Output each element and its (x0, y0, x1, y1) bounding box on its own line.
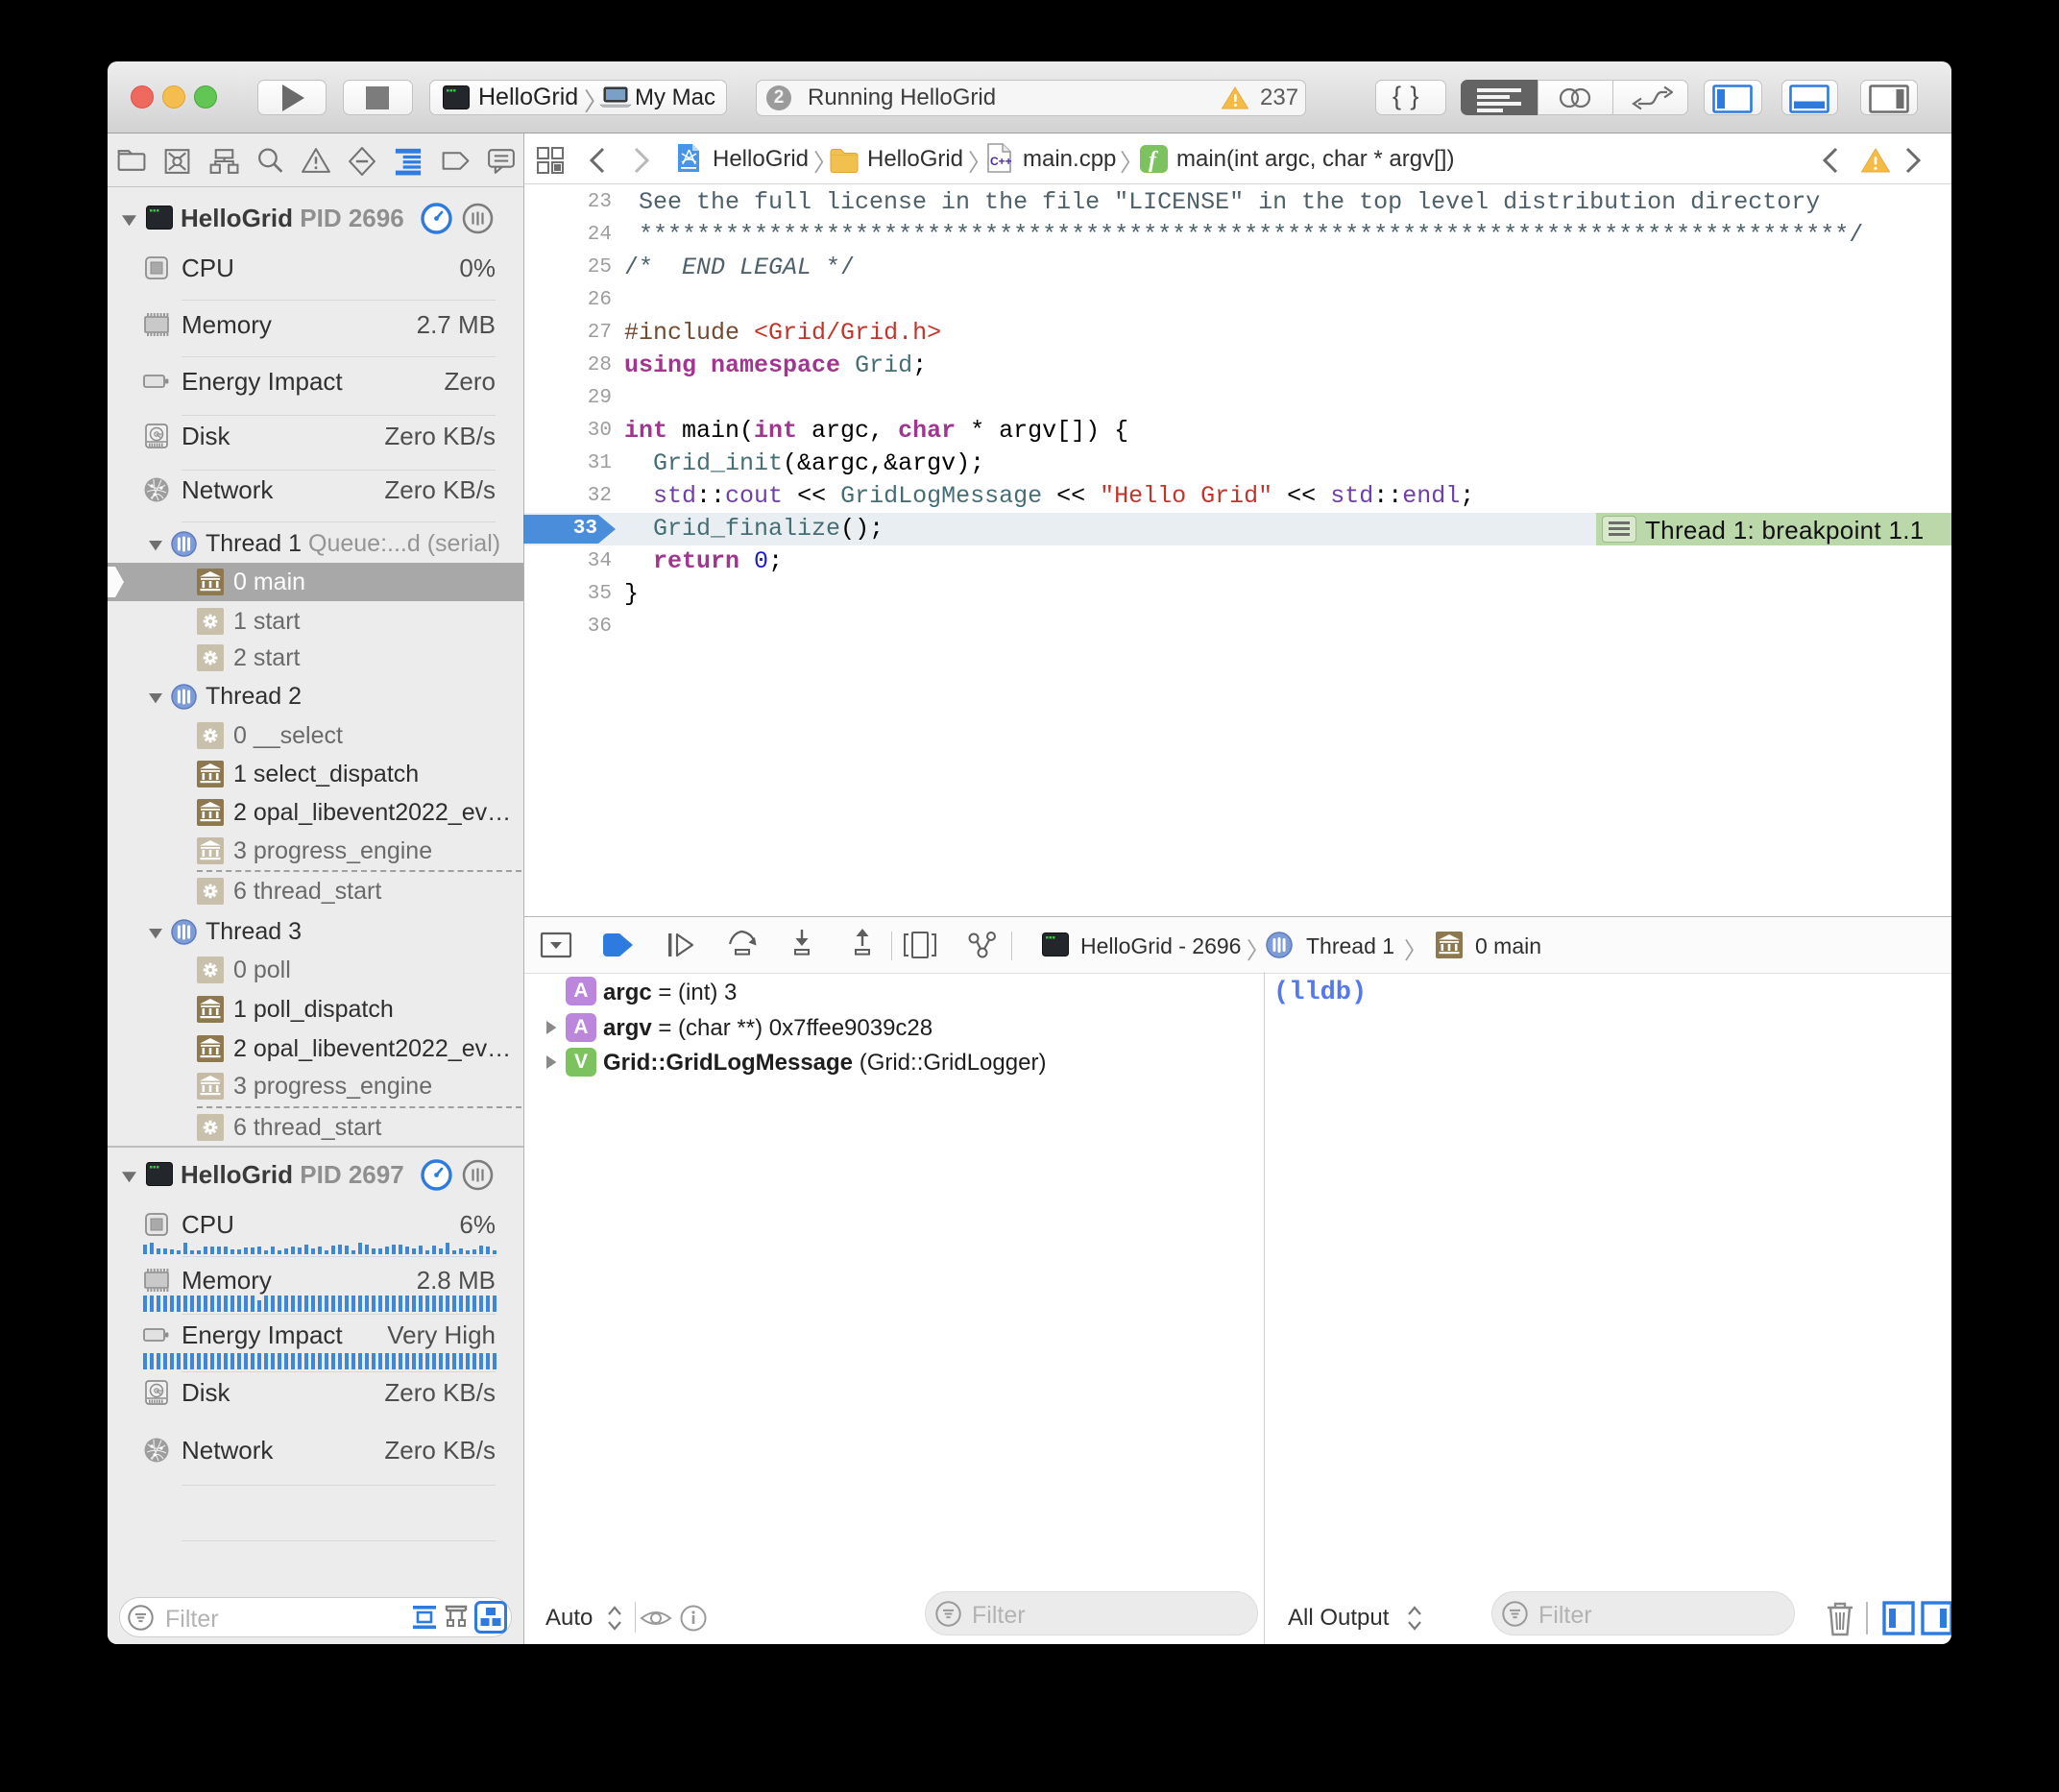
svg-text:C++: C++ (990, 155, 1011, 168)
